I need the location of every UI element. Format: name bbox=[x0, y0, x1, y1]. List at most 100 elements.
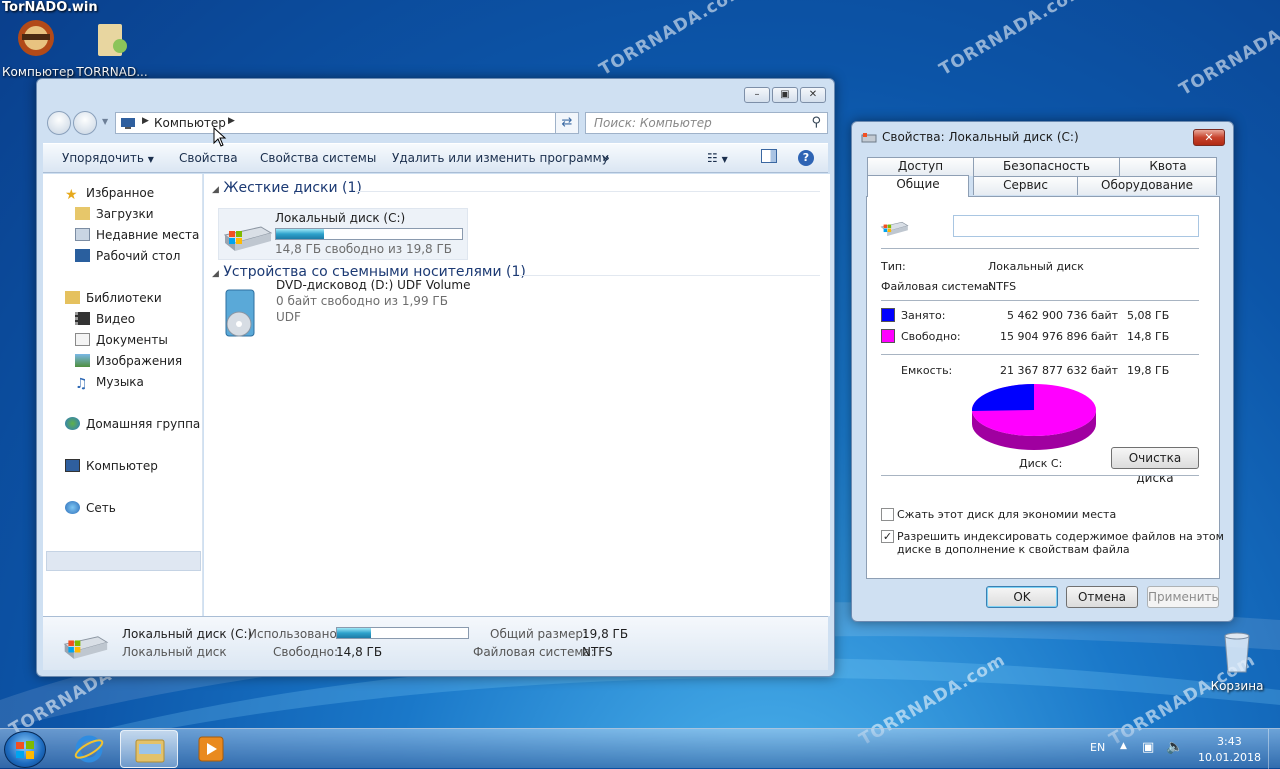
details-name: Локальный диск (C:) bbox=[122, 627, 253, 641]
drive-c-name: Локальный диск (C:) bbox=[275, 211, 406, 225]
nav-homegroup[interactable]: Домашняя группа bbox=[65, 417, 200, 431]
clock-date[interactable]: 10.01.2018 bbox=[1198, 751, 1261, 764]
drive-c-item[interactable]: Локальный диск (C:) 14,8 ГБ свободно из … bbox=[218, 208, 468, 260]
forward-button[interactable] bbox=[73, 111, 97, 135]
show-desktop-button[interactable] bbox=[1268, 729, 1280, 769]
group-divider bbox=[356, 191, 820, 192]
show-hidden-icons-icon[interactable]: ▲ bbox=[1120, 741, 1127, 751]
tab-quota[interactable]: Квота bbox=[1119, 157, 1217, 176]
start-button[interactable] bbox=[4, 731, 46, 768]
nav-libraries[interactable]: Библиотеки bbox=[65, 291, 162, 305]
drive-icon bbox=[861, 133, 877, 143]
volume-label-input[interactable] bbox=[953, 215, 1199, 237]
back-button[interactable] bbox=[47, 111, 71, 135]
disk-cleanup-button[interactable]: Очистка диска bbox=[1111, 447, 1199, 485]
view-options-icon[interactable]: ☷ ▼ bbox=[707, 151, 728, 165]
apply-button[interactable]: Применить bbox=[1147, 586, 1219, 608]
compress-checkbox[interactable] bbox=[881, 508, 894, 521]
divider bbox=[881, 248, 1199, 249]
libraries-icon bbox=[65, 291, 80, 304]
navigation-bar: ▼ ▶ Компьютер ▶ ▼ ⇄ Поиск: Компьютер ⚲ bbox=[45, 109, 828, 137]
taskbar-media-player-button[interactable] bbox=[182, 730, 240, 768]
maximize-button[interactable]: ▣ bbox=[772, 87, 798, 103]
nav-desktop[interactable]: Рабочий стол bbox=[75, 249, 180, 263]
group-header-hard-disks[interactable]: ◢ Жесткие диски (1) bbox=[212, 180, 362, 196]
taskbar-explorer-button[interactable] bbox=[120, 730, 178, 768]
properties-button[interactable]: Свойства bbox=[179, 151, 238, 165]
nav-documents[interactable]: Документы bbox=[75, 333, 168, 347]
system-properties-button[interactable]: Свойства системы bbox=[260, 151, 376, 165]
type-value: Локальный диск bbox=[988, 260, 1084, 273]
disk-usage-pie-chart bbox=[972, 384, 1096, 450]
recent-places-icon bbox=[75, 228, 90, 241]
disk-label: Диск C: bbox=[1019, 457, 1063, 470]
drive-c-usage-fill bbox=[276, 229, 325, 239]
more-commands-button[interactable]: » bbox=[602, 151, 610, 165]
windows-logo-icon bbox=[16, 741, 34, 759]
volume-tray-icon[interactable]: 🔈 bbox=[1166, 739, 1183, 755]
organize-button[interactable]: Упорядочить ▼ bbox=[62, 151, 154, 165]
recent-pages-dropdown[interactable]: ▼ bbox=[102, 117, 108, 126]
preview-pane-icon[interactable] bbox=[761, 149, 777, 163]
capacity-bytes: 21 367 877 632 байт bbox=[1000, 364, 1119, 377]
capacity-gb: 19,8 ГБ bbox=[1127, 364, 1170, 377]
index-label-line2: диске в дополнение к свойствам файла bbox=[897, 543, 1130, 556]
collapse-arrow-icon: ◢ bbox=[212, 269, 219, 279]
nav-downloads[interactable]: Загрузки bbox=[75, 207, 154, 221]
nav-computer[interactable]: Компьютер bbox=[65, 459, 158, 473]
hard-drive-icon bbox=[223, 226, 273, 251]
tab-general[interactable]: Общие bbox=[867, 175, 969, 197]
media-player-icon bbox=[198, 736, 224, 762]
refresh-button[interactable]: ⇄ bbox=[555, 112, 579, 134]
close-button[interactable]: ✕ bbox=[800, 87, 826, 103]
desktop-icon-recycle-bin[interactable]: Корзина bbox=[1199, 630, 1275, 693]
free-gb: 14,8 ГБ bbox=[1127, 330, 1170, 343]
taskbar-ie-button[interactable] bbox=[60, 730, 118, 768]
help-icon[interactable]: ? bbox=[798, 150, 814, 166]
language-indicator[interactable]: EN bbox=[1090, 741, 1105, 754]
music-icon: ♫ bbox=[75, 376, 88, 392]
search-placeholder: Поиск: Компьютер bbox=[594, 116, 712, 130]
breadcrumb-arrow-icon[interactable]: ▶ bbox=[228, 116, 235, 126]
dvd-drive-name[interactable]: DVD-дисковод (D:) UDF Volume bbox=[276, 278, 470, 292]
search-input[interactable]: Поиск: Компьютер ⚲ bbox=[585, 112, 828, 134]
address-bar[interactable]: ▶ Компьютер ▶ ▼ bbox=[115, 112, 579, 134]
search-icon[interactable]: ⚲ bbox=[811, 115, 821, 130]
desktop-icon-user-folder[interactable]: TORRNAD... bbox=[74, 16, 150, 79]
downloads-folder-icon bbox=[75, 207, 90, 220]
network-tray-icon[interactable]: ▣ bbox=[1142, 740, 1154, 755]
documents-icon bbox=[75, 333, 90, 346]
tab-tools[interactable]: Сервис bbox=[973, 176, 1078, 195]
window-caption-buttons: – ▣ ✕ bbox=[744, 87, 826, 103]
dvd-filesystem: UDF bbox=[276, 310, 301, 324]
divider bbox=[881, 300, 1199, 301]
tab-sharing[interactable]: Доступ bbox=[867, 157, 974, 176]
clock-time[interactable]: 3:43 bbox=[1217, 735, 1242, 748]
nav-pictures[interactable]: Изображения bbox=[75, 354, 182, 368]
details-used-label: Использовано: bbox=[248, 627, 341, 641]
cancel-button[interactable]: Отмена bbox=[1066, 586, 1138, 608]
free-label: Свободно: bbox=[901, 330, 961, 343]
nav-music[interactable]: ♫ Музыка bbox=[75, 375, 144, 391]
dvd-drive-icon[interactable] bbox=[222, 288, 260, 340]
uninstall-program-button[interactable]: Удалить или изменить программу bbox=[392, 151, 609, 165]
folder-icon bbox=[135, 739, 165, 763]
desktop-icon-computer[interactable]: Компьютер bbox=[0, 16, 76, 79]
tab-hardware[interactable]: Оборудование bbox=[1077, 176, 1217, 195]
ok-button[interactable]: OK bbox=[986, 586, 1058, 608]
watermark: TORRNADA.com bbox=[1176, 0, 1280, 100]
tab-security[interactable]: Безопасность bbox=[973, 157, 1120, 176]
desktop-icon-label: Корзина bbox=[1210, 679, 1264, 693]
content-pane: ◢ Жесткие диски (1) Локальный диск (C:) … bbox=[204, 174, 830, 616]
dialog-close-button[interactable]: ✕ bbox=[1193, 129, 1225, 146]
nav-network[interactable]: Сеть bbox=[65, 501, 116, 515]
nav-favorites[interactable]: ★ Избранное bbox=[65, 186, 154, 202]
nav-recent-places[interactable]: Недавние места bbox=[75, 228, 199, 242]
minimize-button[interactable]: – bbox=[744, 87, 770, 103]
dvd-free-text: 0 байт свободно из 1,99 ГБ bbox=[276, 294, 448, 308]
group-divider bbox=[519, 275, 820, 276]
nav-video[interactable]: Видео bbox=[75, 312, 135, 326]
capacity-label: Емкость: bbox=[901, 364, 953, 377]
index-checkbox[interactable]: ✓ bbox=[881, 530, 894, 543]
breadcrumb-arrow-icon[interactable]: ▶ bbox=[142, 116, 149, 126]
